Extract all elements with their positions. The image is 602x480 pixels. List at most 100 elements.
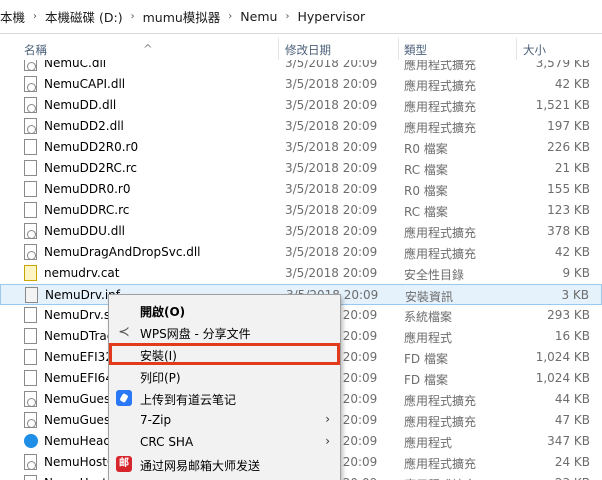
dll-icon bbox=[24, 475, 37, 480]
menu-item-label: 安裝(I) bbox=[140, 349, 177, 363]
file-name: NemuDD2R0.r0 bbox=[44, 140, 139, 154]
menu-item-7zip[interactable]: 7-Zip › bbox=[109, 409, 340, 431]
file-size: 1,024 KB bbox=[535, 350, 590, 364]
file-size: 9 KB bbox=[562, 266, 590, 280]
file-date: 3/5/2018 20:09 bbox=[285, 98, 378, 112]
column-divider[interactable] bbox=[398, 38, 399, 60]
table-row[interactable]: nemudrv.cat 3/5/2018 20:09 安全性目錄 9 KB bbox=[0, 263, 602, 284]
file-type: 應用程式擴充 bbox=[404, 415, 477, 429]
dll-icon bbox=[24, 412, 37, 428]
file-type: 應用程式擴充 bbox=[404, 100, 477, 114]
menu-item-netease-mail-send[interactable]: 邮通过网易邮箱大师发送 bbox=[109, 453, 340, 475]
file-size: 3,579 KB bbox=[535, 60, 590, 70]
file-size: 1,024 KB bbox=[535, 371, 590, 385]
table-row[interactable]: NemuCAPI.dll 3/5/2018 20:09 應用程式擴充 42 KB bbox=[0, 74, 602, 95]
column-header-name[interactable]: 名稱 bbox=[24, 42, 47, 58]
menu-item-install[interactable]: 安裝(I) bbox=[109, 343, 340, 365]
file-type: 安裝資訊 bbox=[405, 290, 454, 304]
table-row[interactable]: NemuDDU.dll 3/5/2018 20:09 應用程式擴充 378 KB bbox=[0, 221, 602, 242]
file-type: 應用程式擴充 bbox=[404, 476, 476, 480]
file-date: 3/5/2018 20:09 bbox=[285, 161, 378, 175]
dll-icon bbox=[24, 391, 37, 407]
file-icon bbox=[24, 139, 37, 155]
netease-mail-icon: 邮 bbox=[116, 456, 132, 472]
file-date: 3/5/2018 20:09 bbox=[285, 266, 378, 280]
file-icon bbox=[24, 181, 37, 197]
breadcrumb-item-nemu[interactable]: Nemu bbox=[240, 9, 277, 24]
file-size: 23 KB bbox=[555, 476, 590, 480]
file-type: FD 檔案 bbox=[404, 373, 448, 387]
submenu-arrow-icon: › bbox=[325, 412, 330, 426]
table-row[interactable]: NemuDD.dll 3/5/2018 20:09 應用程式擴充 1,521 KB bbox=[0, 95, 602, 116]
menu-item-label: 列印(P) bbox=[140, 371, 181, 385]
breadcrumb-item-hypervisor[interactable]: Hypervisor bbox=[297, 9, 365, 24]
table-row[interactable]: NemuDDRC.rc 3/5/2018 20:09 RC 檔案 123 KB bbox=[0, 200, 602, 221]
column-header-size[interactable]: 大小 bbox=[523, 42, 546, 58]
file-name: NemuDD.dll bbox=[44, 98, 117, 112]
column-divider[interactable] bbox=[278, 38, 279, 60]
file-name: NemuC.dll bbox=[44, 60, 107, 70]
file-size: 123 KB bbox=[547, 203, 590, 217]
context-menu: 開啟(O) ≺ WPS网盘 - 分享文件安裝(I) 列印(P) 上传到有道云笔记 7-Zi… bbox=[108, 294, 341, 480]
column-header: ^ 名稱 修改日期 類型 大小 bbox=[0, 38, 602, 60]
table-row[interactable]: NemuC.dll 3/5/2018 20:09 應用程式擴充 3,579 KB bbox=[0, 60, 602, 74]
file-name: NemuDD2RC.rc bbox=[44, 161, 137, 175]
dll-icon bbox=[24, 97, 37, 113]
chevron-right-icon[interactable]: › bbox=[285, 11, 289, 22]
table-row[interactable]: NemuDD2RC.rc 3/5/2018 20:09 RC 檔案 21 KB bbox=[0, 158, 602, 179]
table-row[interactable]: NemuDD2R0.r0 3/5/2018 20:09 R0 檔案 226 KB bbox=[0, 137, 602, 158]
menu-item-label: WPS网盘 - 分享文件 bbox=[140, 327, 251, 341]
table-row[interactable]: NemuDDR0.r0 3/5/2018 20:09 R0 檔案 155 KB bbox=[0, 179, 602, 200]
file-icon bbox=[24, 202, 37, 218]
menu-item-open[interactable]: 開啟(O) bbox=[109, 299, 340, 321]
file-size: 1,521 KB bbox=[535, 98, 590, 112]
file-size: 42 KB bbox=[554, 245, 590, 259]
column-header-type[interactable]: 類型 bbox=[404, 42, 427, 58]
menu-item-wps-share[interactable]: ≺ WPS网盘 - 分享文件 bbox=[109, 321, 340, 343]
dll-icon bbox=[24, 454, 37, 470]
chevron-right-icon[interactable]: › bbox=[228, 11, 232, 22]
menu-item-youdao-upload[interactable]: 上传到有道云笔记 bbox=[109, 387, 340, 409]
catalog-icon bbox=[24, 265, 37, 281]
file-icon bbox=[24, 160, 37, 176]
sort-ascending-icon: ^ bbox=[143, 42, 153, 56]
file-size: 24 KB bbox=[554, 455, 590, 469]
file-type: 應用程式擴充 bbox=[404, 247, 477, 261]
file-size: 226 KB bbox=[547, 140, 590, 154]
file-type: RC 檔案 bbox=[404, 163, 448, 177]
dll-icon bbox=[24, 60, 37, 71]
file-size: 3 KB bbox=[561, 288, 589, 302]
table-row[interactable]: NemuDD2.dll 3/5/2018 20:09 應用程式擴充 197 KB bbox=[0, 116, 602, 137]
column-divider[interactable] bbox=[516, 38, 517, 60]
table-row[interactable]: NemuDragAndDropSvc.dll 3/5/2018 20:09 應用程式… bbox=[0, 242, 602, 263]
file-date: 3/5/2018 20:09 bbox=[285, 119, 378, 133]
file-type: RC 檔案 bbox=[404, 205, 448, 219]
file-icon bbox=[24, 370, 37, 386]
file-icon bbox=[24, 328, 37, 344]
file-type: FD 檔案 bbox=[404, 352, 448, 366]
file-type: 應用程式擴充 bbox=[404, 60, 477, 72]
chevron-right-icon[interactable]: › bbox=[33, 11, 37, 22]
file-type: 安全性目錄 bbox=[404, 268, 465, 282]
menu-item-crc-sha[interactable]: CRC SHA › bbox=[109, 431, 340, 453]
file-type: 應用程式擴充 bbox=[404, 79, 477, 93]
file-type: R0 檔案 bbox=[404, 142, 448, 156]
menu-item-print[interactable]: 列印(P) bbox=[109, 365, 340, 387]
file-date: 3/5/2018 20:09 bbox=[285, 245, 378, 259]
breadcrumb-item-this-pc[interactable]: 本機 bbox=[0, 7, 25, 26]
chevron-right-icon[interactable]: › bbox=[131, 11, 135, 22]
file-type: 應用程式擴充 bbox=[404, 394, 477, 408]
column-header-date[interactable]: 修改日期 bbox=[285, 42, 331, 58]
file-size: 16 KB bbox=[554, 329, 590, 343]
file-name: NemuDDR0.r0 bbox=[44, 182, 131, 196]
dll-icon bbox=[24, 244, 37, 260]
file-size: 155 KB bbox=[547, 182, 590, 196]
file-size: 47 KB bbox=[554, 413, 590, 427]
file-size: 378 KB bbox=[547, 224, 590, 238]
breadcrumb-item-drive-d[interactable]: 本機磁碟 (D:) bbox=[45, 7, 123, 26]
submenu-arrow-icon: › bbox=[325, 434, 330, 448]
breadcrumb-item-mumu[interactable]: mumu模拟器 bbox=[143, 7, 221, 26]
file-name: NemuDD2.dll bbox=[44, 119, 124, 133]
menu-item-label: 通过网易邮箱大师发送 bbox=[140, 459, 261, 473]
breadcrumb: 本機 › 本機磁碟 (D:) › mumu模拟器 › Nemu › Hyperv… bbox=[0, 0, 602, 34]
